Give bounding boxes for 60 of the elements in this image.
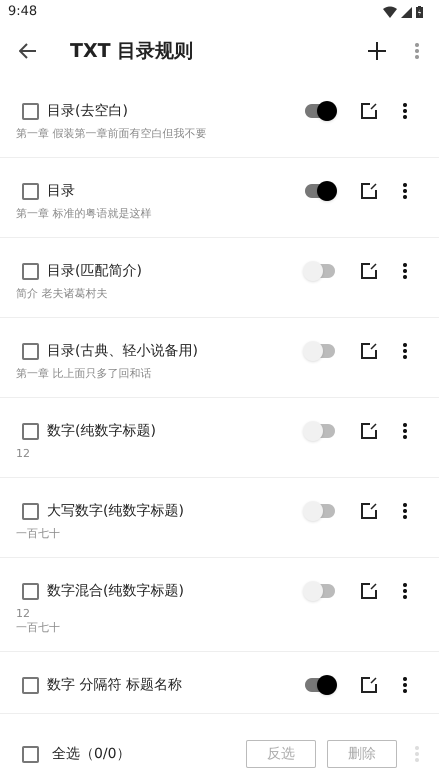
status-time: 9:48 — [8, 3, 38, 22]
edit-icon — [361, 263, 377, 279]
checkbox[interactable] — [22, 262, 39, 280]
toggle-switch[interactable] — [303, 421, 337, 441]
rule-example: 简介 老夫诸葛村夫 — [16, 287, 108, 301]
more-icon — [403, 583, 407, 599]
toggle-switch[interactable] — [303, 341, 337, 361]
rule-name: 数字混合(纯数字标题) — [47, 582, 185, 600]
toggle-switch[interactable] — [303, 181, 337, 201]
checkbox[interactable] — [22, 102, 39, 120]
more-icon — [403, 677, 407, 693]
more-icon — [403, 183, 407, 199]
rule-name: 数字 分隔符 标题名称 — [47, 676, 183, 694]
edit-icon — [361, 423, 377, 439]
rule-example: 12 — [16, 447, 30, 461]
more-icon — [403, 103, 407, 119]
wifi-icon — [383, 6, 397, 18]
more-icon — [403, 343, 407, 359]
edit-icon — [361, 103, 377, 119]
delete-button[interactable]: 删除 — [327, 740, 397, 768]
toggle-switch[interactable] — [303, 501, 337, 521]
checkbox[interactable] — [22, 676, 39, 694]
rule-example: 第一章 标准的粤语就是这样 — [16, 207, 152, 221]
rule-example: 12 一百七十 — [16, 607, 60, 635]
edit-icon — [361, 583, 377, 599]
edit-icon — [361, 503, 377, 519]
plus-icon — [368, 42, 386, 60]
page-title: TXT 目录规则 — [70, 38, 194, 64]
more-icon — [415, 746, 419, 762]
toggle-switch[interactable] — [303, 581, 337, 601]
checkbox[interactable] — [22, 182, 39, 200]
rule-name: 目录(匹配简介) — [47, 262, 143, 280]
toggle-switch[interactable] — [303, 675, 337, 695]
more-icon — [403, 423, 407, 439]
back-arrow-icon — [19, 43, 37, 59]
edit-icon — [361, 343, 377, 359]
signal-icon — [401, 6, 412, 18]
select-all-label: 全选（0/0） — [52, 744, 131, 764]
select-all-checkbox[interactable] — [22, 746, 39, 762]
checkbox[interactable] — [22, 502, 39, 520]
rule-name: 目录(去空白) — [47, 102, 129, 120]
edit-icon — [361, 183, 377, 199]
rule-name: 数字(纯数字标题) — [47, 422, 157, 440]
rule-example: 第一章 比上面只多了回和话 — [16, 367, 152, 381]
invert-selection-button[interactable]: 反选 — [246, 740, 316, 768]
rule-example: 一百七十 — [16, 527, 60, 541]
checkbox[interactable] — [22, 342, 39, 360]
toggle-switch[interactable] — [303, 261, 337, 281]
battery-icon — [416, 6, 423, 18]
toggle-switch[interactable] — [303, 101, 337, 121]
more-icon — [403, 263, 407, 279]
rule-name: 大写数字(纯数字标题) — [47, 502, 185, 520]
checkbox[interactable] — [22, 582, 39, 600]
rule-name: 目录 — [47, 182, 76, 200]
rule-example: 第一章 假装第一章前面有空白但我不要 — [16, 127, 206, 141]
more-icon — [403, 503, 407, 519]
rule-name: 目录(古典、轻小说备用) — [47, 342, 199, 360]
edit-icon — [361, 677, 377, 693]
more-icon — [415, 43, 419, 59]
checkbox[interactable] — [22, 422, 39, 440]
